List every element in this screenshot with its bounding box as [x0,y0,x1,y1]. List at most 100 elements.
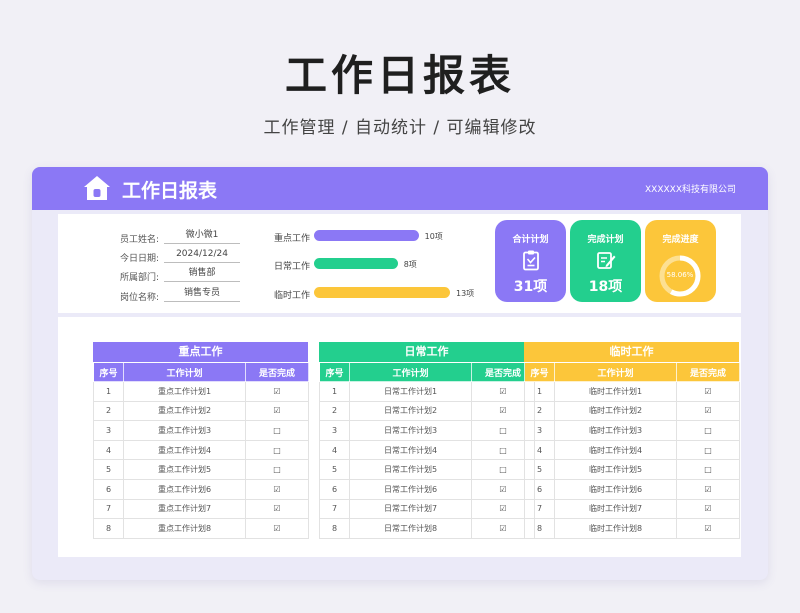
row-number: 1 [524,381,555,402]
date-input[interactable]: 2024/12/24 [164,247,240,263]
row-number: 1 [319,381,350,402]
plan-cell[interactable]: 重点工作计划7 [123,498,246,520]
done-checkbox[interactable]: ☑ [245,381,309,402]
plan-cell[interactable]: 临时工作计划6 [554,478,677,500]
report-card: 工作日报表 XXXXXX科技有限公司 员工姓名: 微小微1 今日日期: 2024… [32,167,768,580]
done-checkbox[interactable]: □ [676,439,740,461]
bar-category-label: 临时工作 [274,291,311,301]
plan-cell[interactable]: 日常工作计划2 [349,400,472,422]
bar-value-label: 10项 [424,232,443,241]
temp-work-table: 临时工作 序号 工作计划 是否完成 1 临时工作计划1 ☑ 2 临时工作计划2 ☑ 3 临时工作计划3… [524,342,740,539]
plan-cell[interactable]: 临时工作计划3 [554,420,677,441]
position-input[interactable]: 销售专员 [164,286,240,302]
employee-name-input[interactable]: 微小微1 [164,228,240,244]
done-checkbox[interactable]: ☑ [245,400,309,422]
home-icon[interactable] [82,173,112,203]
row-number: 5 [319,459,350,480]
column-header: 序号 [93,362,124,382]
plan-cell[interactable]: 日常工作计划8 [349,518,472,539]
done-checkbox[interactable]: □ [676,459,740,480]
column-header: 是否完成 [245,362,309,382]
table-row: 8 日常工作计划8 ☑ [319,518,535,539]
table-row: 6 重点工作计划6 ☑ [93,478,309,500]
field-label: 今日日期: [120,254,160,264]
table-row: 1 日常工作计划1 ☑ [319,381,535,402]
table-row: 8 临时工作计划8 ☑ [524,518,740,539]
done-checkbox[interactable]: ☑ [676,478,740,500]
table-row: 3 日常工作计划3 □ [319,420,535,441]
row-number: 2 [319,400,350,422]
daily-work-table: 日常工作 序号 工作计划 是否完成 1 日常工作计划1 ☑ 2 日常工作计划2 ☑ 3 日常工作计划3… [319,342,535,539]
report-title: 工作日报表 [122,180,218,202]
plan-cell[interactable]: 重点工作计划8 [123,518,246,539]
table-row: 4 日常工作计划4 □ [319,439,535,461]
plan-cell[interactable]: 重点工作计划5 [123,459,246,480]
table-row: 1 重点工作计划1 ☑ [93,381,309,402]
stat-completed-plans: 完成计划 18项 [570,220,641,302]
plan-cell[interactable]: 临时工作计划8 [554,518,677,539]
row-number: 7 [524,498,555,520]
plan-cell[interactable]: 临时工作计划2 [554,400,677,422]
plan-cell[interactable]: 重点工作计划2 [123,400,246,422]
table-title: 日常工作 [319,342,534,362]
done-checkbox[interactable]: ☑ [245,518,309,539]
bar-category-label: 日常工作 [274,262,311,272]
bar-mark [314,230,419,241]
done-checkbox[interactable]: ☑ [676,518,740,539]
done-checkbox[interactable]: ☑ [245,498,309,520]
table-row: 5 临时工作计划5 □ [524,459,740,480]
done-checkbox[interactable]: □ [245,459,309,480]
table-row: 7 重点工作计划7 ☑ [93,498,309,520]
plan-cell[interactable]: 日常工作计划4 [349,439,472,461]
plan-cell[interactable]: 临时工作计划1 [554,381,677,402]
done-checkbox[interactable]: □ [245,420,309,441]
column-header: 工作计划 [123,362,246,382]
table-row: 1 临时工作计划1 ☑ [524,381,740,402]
plan-cell[interactable]: 临时工作计划5 [554,459,677,480]
done-checkbox[interactable]: ☑ [676,498,740,520]
row-number: 6 [93,478,124,500]
row-number: 4 [93,439,124,461]
field-employee-name: 员工姓名: 微小微1 [58,228,288,245]
company-name: XXXXXX科技有限公司 [645,185,736,195]
row-number: 3 [319,420,350,441]
done-checkbox[interactable]: ☑ [245,478,309,500]
table-panel: 重点工作 序号 工作计划 是否完成 1 重点工作计划1 ☑ 2 重点工作计划2 ☑ 3 重点工作计划3… [58,317,741,557]
column-header: 序号 [319,362,350,382]
row-number: 4 [524,439,555,461]
row-number: 2 [93,400,124,422]
plan-cell[interactable]: 日常工作计划3 [349,420,472,441]
done-checkbox[interactable]: □ [245,439,309,461]
bar-category-label: 重点工作 [274,234,311,244]
plan-cell[interactable]: 重点工作计划3 [123,420,246,441]
stat-total-plans: 合计计划 31项 [495,220,566,302]
stat-label: 合计计划 [512,235,549,245]
bar-mark [314,258,398,269]
plan-cell[interactable]: 日常工作计划5 [349,459,472,480]
bar-mark [314,287,450,298]
stat-value: 18项 [588,279,623,295]
row-number: 3 [524,420,555,441]
table-row: 3 重点工作计划3 □ [93,420,309,441]
row-number: 3 [93,420,124,441]
done-checkbox[interactable]: ☑ [676,400,740,422]
done-checkbox[interactable]: ☑ [676,381,740,402]
row-number: 4 [319,439,350,461]
table-row: 2 日常工作计划2 ☑ [319,400,535,422]
progress-value: 58.06% [666,271,694,279]
table-row: 7 日常工作计划7 ☑ [319,498,535,520]
table-row: 5 日常工作计划5 □ [319,459,535,480]
plan-cell[interactable]: 临时工作计划7 [554,498,677,520]
plan-cell[interactable]: 日常工作计划6 [349,478,472,500]
plan-cell[interactable]: 日常工作计划1 [349,381,472,402]
department-input[interactable]: 销售部 [164,266,240,282]
plan-cell[interactable]: 重点工作计划6 [123,478,246,500]
row-number: 5 [93,459,124,480]
plan-cell[interactable]: 日常工作计划7 [349,498,472,520]
table-row: 5 重点工作计划5 □ [93,459,309,480]
done-checkbox[interactable]: □ [676,420,740,441]
plan-cell[interactable]: 重点工作计划4 [123,439,246,461]
plan-cell[interactable]: 临时工作计划4 [554,439,677,461]
plan-cell[interactable]: 重点工作计划1 [123,381,246,402]
column-header: 工作计划 [349,362,472,382]
